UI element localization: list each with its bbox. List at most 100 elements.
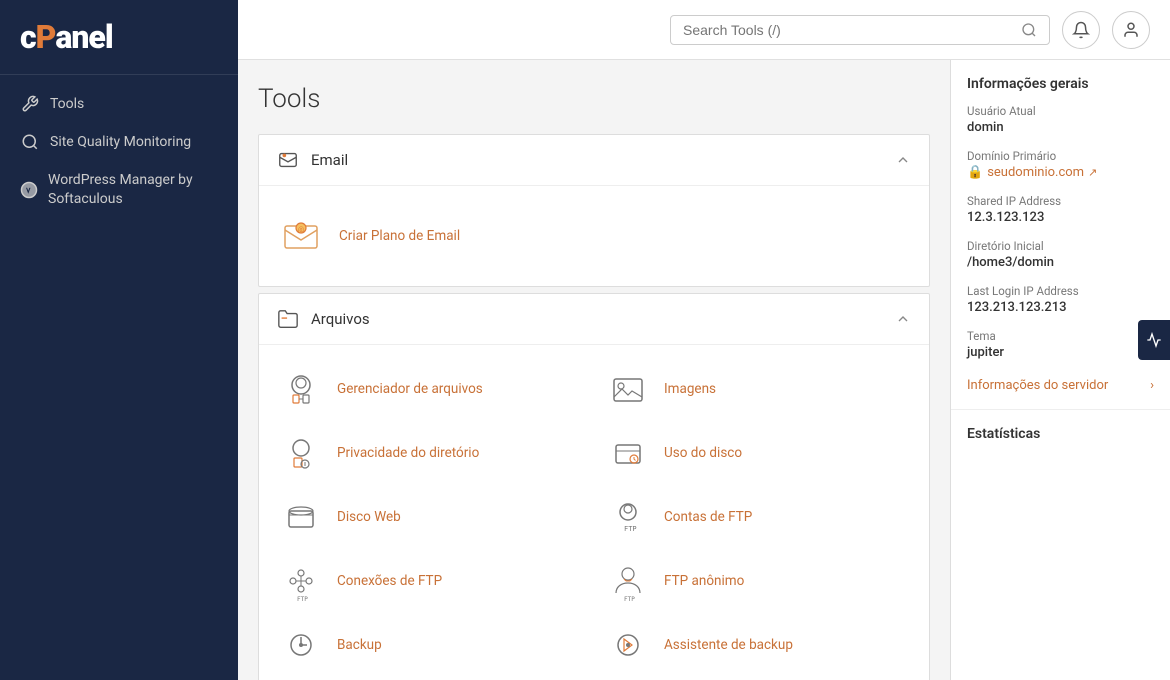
diretorio-row: Diretório Inicial /home3/domin: [967, 239, 1154, 270]
arquivos-collapse-icon: [895, 311, 911, 327]
info-gerais-title: Informações gerais: [967, 76, 1154, 92]
stats-section: Estatísticas: [951, 410, 1170, 458]
tool-privacidade-label: Privacidade do diretório: [337, 445, 479, 461]
dominio-value: seudominio.com: [987, 165, 1084, 180]
page-title: Tools: [258, 84, 930, 114]
cpanel-logo: cPanel: [20, 18, 218, 56]
email-section-title: Email: [311, 151, 348, 169]
svg-text:@: @: [298, 226, 304, 234]
diretorio-value: /home3/domin: [967, 255, 1154, 270]
diretorio-label: Diretório Inicial: [967, 239, 1154, 253]
file-manager-icon: [277, 365, 325, 413]
tool-gerenciador-label: Gerenciador de arquivos: [337, 381, 483, 397]
backup-icon: [277, 621, 325, 669]
last-login-label: Last Login IP Address: [967, 284, 1154, 298]
directory-privacy-icon: [277, 429, 325, 477]
search-bar-container: [670, 15, 1050, 45]
tool-item-assistente-backup[interactable]: Assistente de backup: [604, 621, 911, 669]
ftp-anon-icon: FTP: [604, 557, 652, 605]
server-info-label: Informações do servidor: [967, 378, 1108, 393]
chevron-right-icon: ›: [1150, 378, 1154, 393]
svg-text:FTP: FTP: [297, 596, 308, 603]
ftp-connections-icon: FTP: [277, 557, 325, 605]
tool-backup-label: Backup: [337, 637, 382, 653]
tool-item-conexoes-ftp[interactable]: FTP Conexões de FTP: [277, 557, 584, 605]
arquivos-section-header[interactable]: Arquivos: [259, 294, 929, 345]
arquivos-section-header-left: Arquivos: [277, 308, 370, 330]
main-area: Tools Email: [238, 0, 1170, 680]
sidebar-item-tools-label: Tools: [50, 95, 84, 113]
tool-item-disco-web[interactable]: Disco Web: [277, 493, 584, 541]
shared-ip-row: Shared IP Address 12.3.123.123: [967, 194, 1154, 225]
external-link-icon: ↗: [1088, 166, 1097, 179]
usuario-value: domin: [967, 120, 1154, 135]
tool-item-backup[interactable]: Backup: [277, 621, 584, 669]
tool-assistente-backup-label: Assistente de backup: [664, 637, 793, 653]
disk-usage-icon: [604, 429, 652, 477]
shared-ip-value: 12.3.123.123: [967, 210, 1154, 225]
tema-row: Tema jupiter: [967, 329, 1154, 360]
dominio-link[interactable]: 🔒 seudominio.com ↗: [967, 165, 1154, 180]
logo-area: cPanel: [0, 0, 238, 75]
sidebar-item-tools[interactable]: Tools: [0, 85, 238, 123]
images-icon: [604, 365, 652, 413]
arquivos-section-title: Arquivos: [311, 310, 370, 328]
float-chart-button[interactable]: [1138, 320, 1170, 360]
tool-disco-web-label: Disco Web: [337, 509, 401, 525]
tema-value: jupiter: [967, 345, 1154, 360]
right-panel: Informações gerais Usuário Atual domin D…: [950, 60, 1170, 680]
tool-item-uso-disco[interactable]: Uso do disco: [604, 429, 911, 477]
email-section-body: @ Criar Plano de Email: [259, 186, 929, 286]
usuario-row: Usuário Atual domin: [967, 104, 1154, 135]
sidebar: cPanel Tools Site Quality Monitoring: [0, 0, 238, 680]
main-content: Tools Email: [238, 60, 950, 680]
arquivos-section-icon: [277, 308, 299, 330]
header: [238, 0, 1170, 60]
stats-title: Estatísticas: [967, 426, 1154, 442]
arquivos-section: Arquivos: [258, 293, 930, 680]
sidebar-item-wordpress-label: WordPress Manager by Softaculous: [48, 171, 218, 207]
web-disk-icon: [277, 493, 325, 541]
sidebar-item-site-quality[interactable]: Site Quality Monitoring: [0, 123, 238, 161]
content-area: Tools Email: [238, 60, 1170, 680]
last-login-value: 123.213.123.213: [967, 300, 1154, 315]
tool-conexoes-ftp-label: Conexões de FTP: [337, 573, 442, 589]
tema-label: Tema: [967, 329, 1154, 343]
svg-text:FTP: FTP: [624, 596, 635, 603]
arquivos-tool-grid: Gerenciador de arquivos I: [277, 365, 911, 669]
usuario-label: Usuário Atual: [967, 104, 1154, 118]
search-input[interactable]: [683, 22, 1013, 38]
lock-icon: 🔒: [967, 165, 983, 180]
tool-ftp-anonimo-label: FTP anônimo: [664, 573, 744, 589]
sidebar-item-wordpress[interactable]: WordPress Manager by Softaculous: [0, 161, 238, 217]
wordpress-icon: [20, 181, 38, 199]
tool-item-gerenciador[interactable]: Gerenciador de arquivos: [277, 365, 584, 413]
tool-item-privacidade[interactable]: Privacidade do diretório: [277, 429, 584, 477]
tool-item-contas-ftp[interactable]: FTP Contas de FTP: [604, 493, 911, 541]
sidebar-item-site-quality-label: Site Quality Monitoring: [50, 133, 191, 151]
dominio-row: Domínio Primário 🔒 seudominio.com ↗: [967, 149, 1154, 180]
tool-item-imagens[interactable]: Imagens: [604, 365, 911, 413]
backup-wizard-icon: [604, 621, 652, 669]
criar-plano-email-item[interactable]: @ Criar Plano de Email: [277, 206, 911, 266]
last-login-row: Last Login IP Address 123.213.123.213: [967, 284, 1154, 315]
tools-icon: [20, 95, 40, 113]
tool-uso-disco-label: Uso do disco: [664, 445, 742, 461]
tool-imagens-label: Imagens: [664, 381, 716, 397]
notifications-button[interactable]: [1062, 11, 1100, 49]
shared-ip-label: Shared IP Address: [967, 194, 1154, 208]
email-section-header[interactable]: Email: [259, 135, 929, 186]
criar-plano-email-label: Criar Plano de Email: [339, 228, 460, 244]
server-info-link[interactable]: Informações do servidor ›: [967, 374, 1154, 393]
tool-item-ftp-anonimo[interactable]: FTP FTP anônimo: [604, 557, 911, 605]
user-button[interactable]: [1112, 11, 1150, 49]
arquivos-section-body: Gerenciador de arquivos I: [259, 345, 929, 680]
dominio-label: Domínio Primário: [967, 149, 1154, 163]
email-section: Email @: [258, 134, 930, 287]
email-section-header-left: Email: [277, 149, 348, 171]
email-plan-icon: @: [277, 212, 325, 260]
search-button[interactable]: [1021, 22, 1037, 38]
info-gerais-section: Informações gerais Usuário Atual domin D…: [951, 60, 1170, 410]
svg-text:FTP: FTP: [624, 525, 637, 533]
sidebar-nav: Tools Site Quality Monitoring WordPress …: [0, 75, 238, 228]
